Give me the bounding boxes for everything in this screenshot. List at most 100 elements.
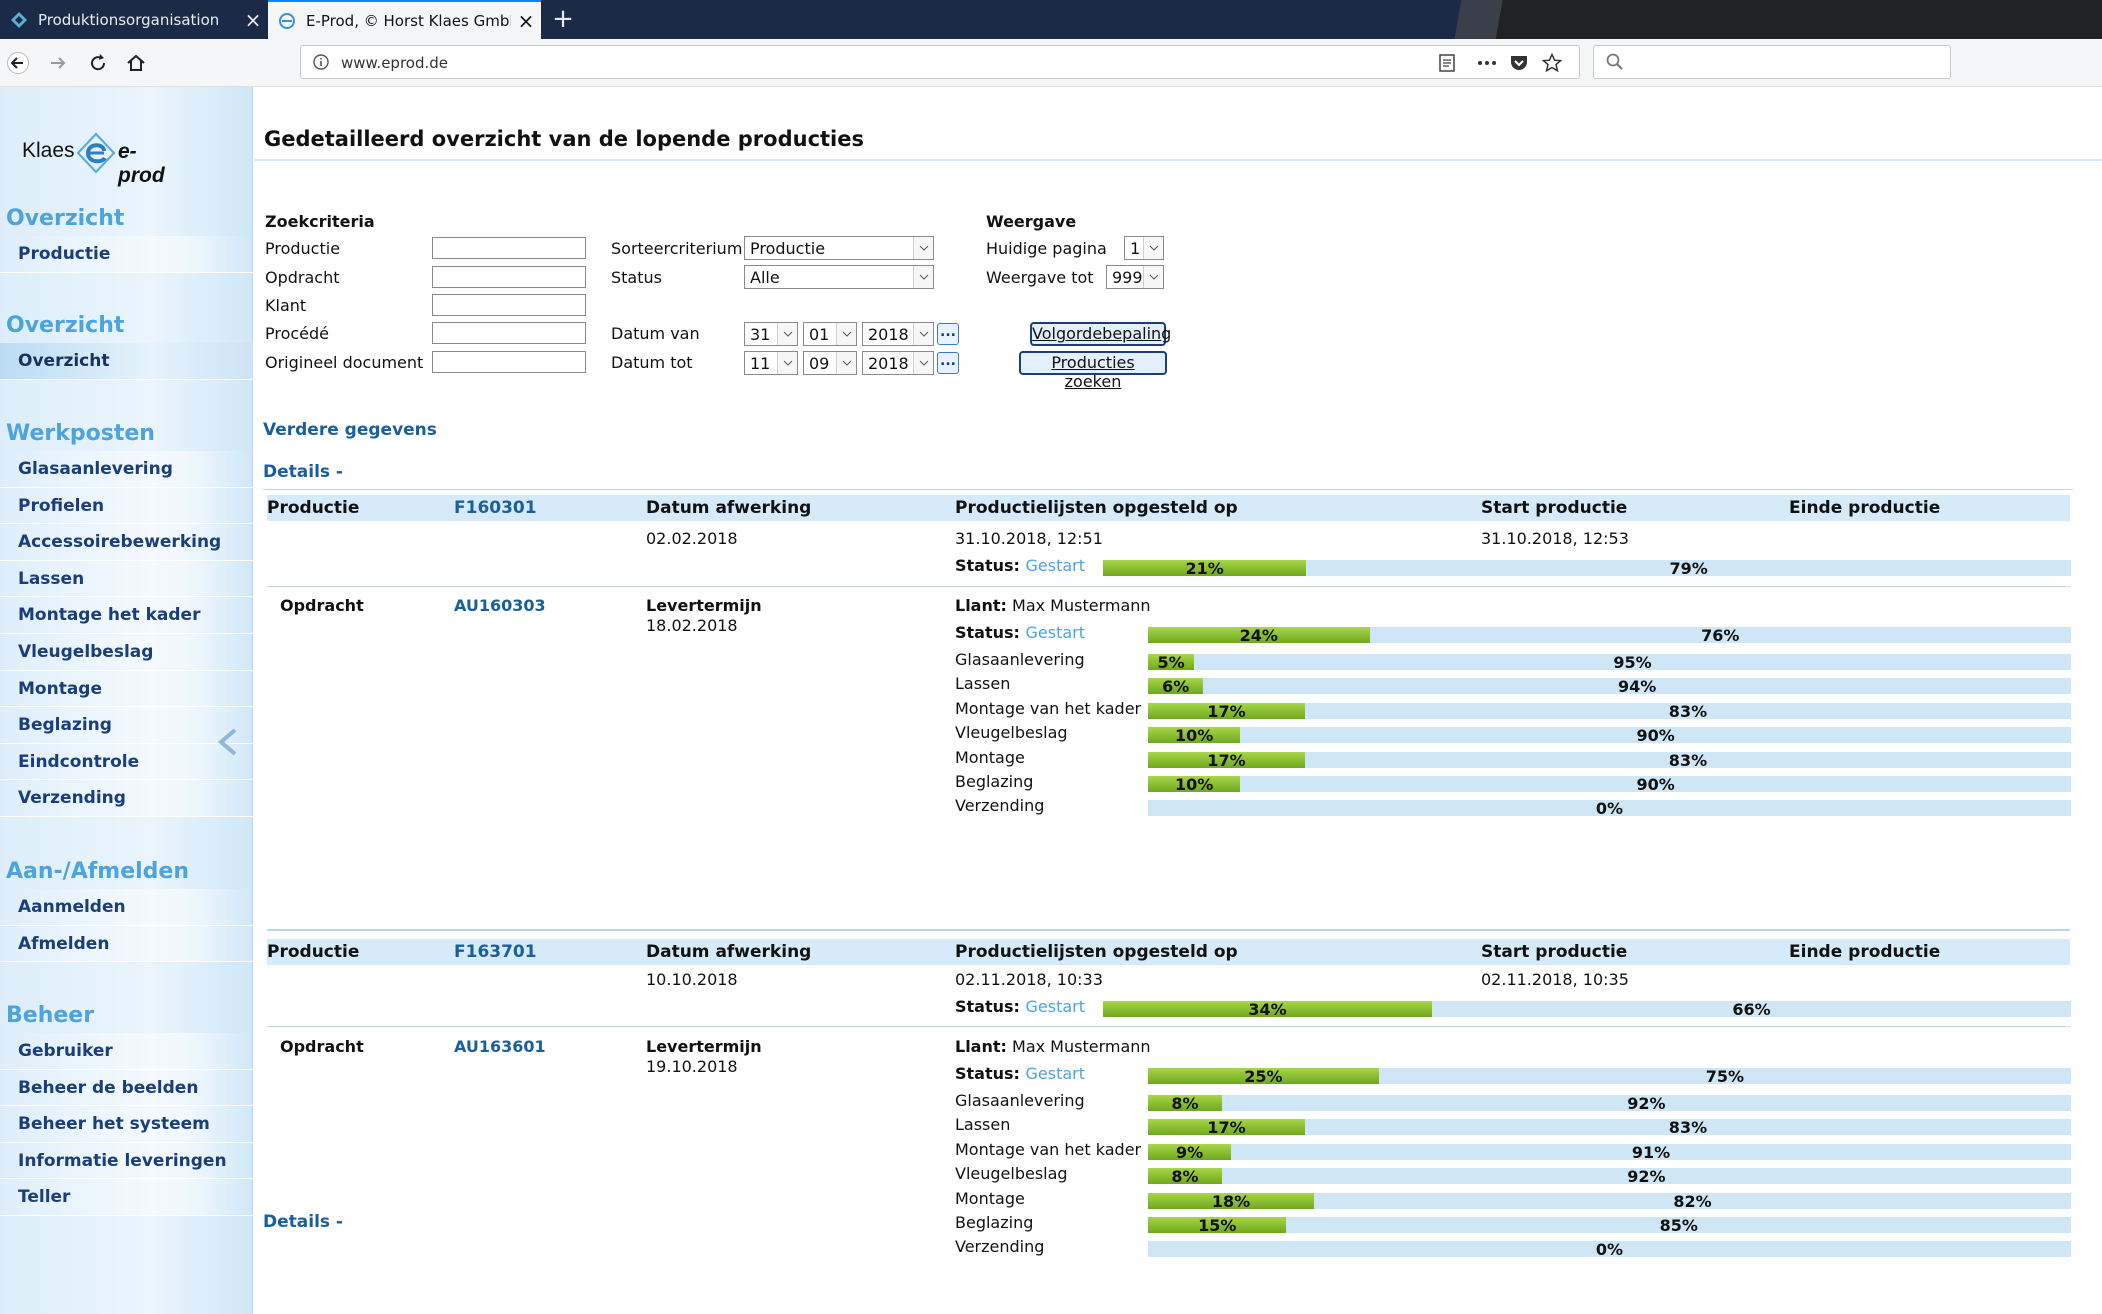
date-from-picker-button[interactable]: ... (937, 323, 959, 345)
order-progress-bar: 24% 76% (1148, 626, 2071, 645)
producties-zoeken-button[interactable]: Producties zoeken (1019, 351, 1167, 391)
bookmark-star-icon[interactable] (1541, 53, 1563, 73)
col-start-productie: Start productie (1481, 498, 1628, 518)
sidebar-item-productie[interactable]: Productie (0, 236, 253, 273)
date-to-month-select[interactable]: 09 (803, 351, 857, 375)
row-divider (267, 1026, 2070, 1027)
tab-produktionsorganisation[interactable]: Produktionsorganisation × (0, 0, 268, 39)
home-icon[interactable] (120, 47, 152, 79)
opdracht-input[interactable] (432, 266, 586, 288)
date-to-year-select[interactable]: 2018 (862, 351, 934, 375)
opdracht-label: Opdracht (280, 1037, 364, 1056)
date-from-day-select[interactable]: 31 (744, 322, 798, 346)
progress-rest-label: 90% (1636, 726, 1675, 746)
origineel-document-input[interactable] (432, 351, 586, 373)
station-progress-bar: 9% 91% (1148, 1142, 2071, 1162)
sidebar-item-vleugelbeslag[interactable]: Vleugelbeslag (0, 633, 253, 671)
productie-input[interactable] (432, 237, 586, 259)
col-einde-productie: Einde productie (1789, 942, 1941, 962)
close-icon[interactable]: × (238, 8, 268, 32)
klant-input[interactable] (432, 294, 586, 316)
production-header-row: Productie F160301 Datum afwerking Produc… (267, 495, 2070, 521)
date-to-picker-button[interactable]: ... (937, 352, 959, 374)
progress-done-label: 10% (1174, 775, 1214, 794)
volgordebepaling-button[interactable]: Volgordebepaling (1030, 322, 1171, 346)
field-label-opdracht: Opdracht (265, 268, 340, 287)
sidebar-item-verzending[interactable]: Verzending (0, 780, 253, 817)
view-heading: Weergave (986, 212, 1077, 231)
page-title: Gedetailleerd overzicht van de lopende p… (264, 127, 864, 151)
sidebar-item-lassen[interactable]: Lassen (0, 560, 253, 598)
station-name: Montage van het kader (955, 1139, 1142, 1159)
pocket-icon[interactable] (1508, 53, 1530, 73)
verdere-gegevens-link[interactable]: Verdere gegevens (263, 420, 437, 440)
status-select[interactable]: Alle (744, 265, 934, 289)
reload-icon[interactable] (82, 47, 114, 79)
production-status: Status: Gestart (955, 997, 1085, 1016)
tab-eprod[interactable]: E-Prod, © Horst Klaes GmbH & × (268, 0, 541, 39)
progress-done-label: 10% (1174, 726, 1214, 746)
collapse-chevron-left-icon[interactable] (216, 727, 238, 761)
sidebar-item-beheer-de-beelden[interactable]: Beheer de beelden (0, 1069, 253, 1107)
date-from-year-select[interactable]: 2018 (862, 322, 934, 346)
progress-done-label: 8% (1171, 1094, 1199, 1113)
new-tab-plus-icon[interactable]: + (548, 4, 578, 34)
sidebar-item-gebruiker[interactable]: Gebruiker (0, 1033, 253, 1070)
back-arrow-icon[interactable] (2, 47, 34, 79)
order-id-link[interactable]: AU160303 (454, 596, 546, 615)
sidebar-item-informatie-leveringen[interactable]: Informatie leveringen (0, 1142, 253, 1180)
progress-rest-label: 0% (1595, 1240, 1624, 1260)
close-icon[interactable]: × (511, 9, 541, 33)
sidebar-item-beheer-het-systeem[interactable]: Beheer het systeem (0, 1106, 253, 1143)
sidebar-item-overzicht[interactable]: Overzicht (0, 343, 253, 380)
progress-rest-label: 0% (1595, 799, 1624, 819)
start-productie-value: 31.10.2018, 12:53 (1481, 529, 1629, 548)
view-upto-value: 999 (1112, 268, 1143, 287)
sidebar-item-aanmelden[interactable]: Aanmelden (0, 889, 253, 926)
current-page-select[interactable]: 1 (1124, 236, 1164, 260)
forward-arrow-icon[interactable] (42, 47, 74, 79)
station-name: Beglazing (955, 772, 1034, 791)
production-id-link[interactable]: F163701 (454, 942, 537, 962)
sidebar-item-montage-het-kader[interactable]: Montage het kader (0, 597, 253, 634)
sidebar-group-title: Beheer (6, 1003, 95, 1028)
details-toggle-link[interactable]: Details - (263, 462, 343, 482)
production-progress-bar: 21% 79% (1103, 559, 2071, 578)
chevron-down-icon (1143, 266, 1163, 288)
main-content: Gedetailleerd overzicht van de lopende p… (254, 87, 2102, 1314)
chevron-down-icon (913, 266, 933, 288)
sidebar-item-montage[interactable]: Montage (0, 670, 253, 708)
station-progress-bar: 0% (1148, 1240, 2071, 1260)
sidebar-item-profielen[interactable]: Profielen (0, 487, 253, 525)
opdracht-label: Opdracht (280, 596, 364, 615)
date-to-day-select[interactable]: 11 (744, 351, 798, 375)
more-dots-icon[interactable] (1476, 53, 1498, 73)
info-icon[interactable] (313, 54, 329, 74)
sidebar-item-afmelden[interactable]: Afmelden (0, 925, 253, 963)
status-value: Gestart (1025, 623, 1086, 642)
reader-view-icon[interactable] (1436, 53, 1458, 73)
progress-done-label: 9% (1175, 1142, 1204, 1162)
order-id-link[interactable]: AU163601 (454, 1037, 546, 1056)
production-id-link[interactable]: F160301 (454, 498, 537, 518)
sidebar-item-glasaanlevering[interactable]: Glasaanlevering (0, 451, 253, 488)
sort-select[interactable]: Productie (744, 236, 934, 260)
current-page-label: Huidige pagina (986, 239, 1107, 258)
progress-done-label: 17% (1207, 701, 1246, 721)
col-productielijsten: Productielijsten opgesteld op (955, 498, 1238, 518)
datum-afwerking-value: 10.10.2018 (646, 970, 738, 989)
date-from-month-select[interactable]: 01 (803, 322, 857, 346)
progress-rest-label: 83% (1668, 1118, 1708, 1138)
details-toggle-link-bottom[interactable]: Details - (263, 1212, 343, 1232)
address-bar[interactable]: www.eprod.de (300, 45, 1580, 79)
station-name: Montage van het kader (955, 698, 1142, 718)
url-text[interactable]: www.eprod.de (341, 54, 448, 72)
sidebar-group-overzicht-2: Overzicht Overzicht (0, 309, 253, 380)
sidebar-item-teller[interactable]: Teller (0, 1179, 253, 1216)
procede-input[interactable] (432, 322, 586, 344)
station-name: Lassen (955, 1115, 1011, 1135)
browser-search-input[interactable] (1593, 45, 1951, 79)
production-progress-bar: 34% 66% (1103, 1000, 2071, 1019)
view-upto-select[interactable]: 999 (1106, 265, 1164, 289)
sidebar-item-accessoirebewerking[interactable]: Accessoirebewerking (0, 524, 253, 561)
